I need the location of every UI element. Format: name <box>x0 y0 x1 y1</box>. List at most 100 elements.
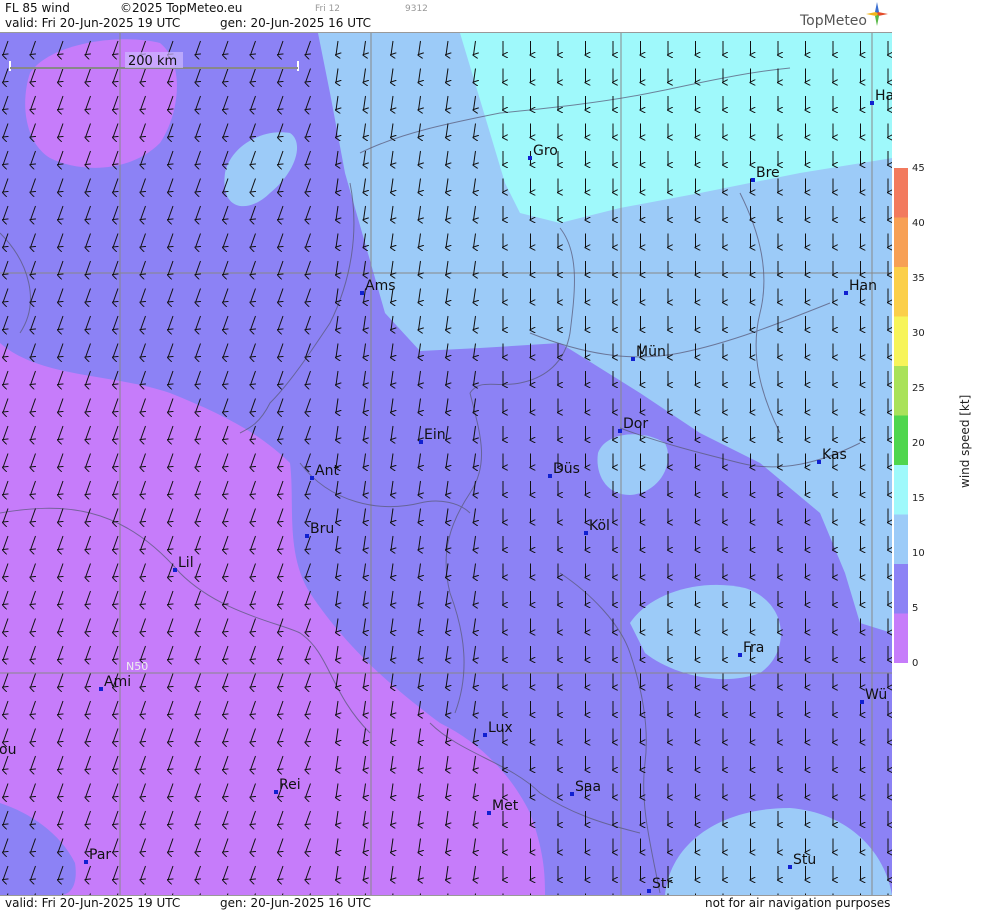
colorbar <box>894 168 908 663</box>
city-dot <box>360 291 364 295</box>
city-dot <box>173 568 177 572</box>
city-marker: Düs <box>548 461 580 478</box>
city-dot <box>310 476 314 480</box>
city-dot <box>528 156 532 160</box>
city-dot <box>844 291 848 295</box>
city-dot <box>618 429 622 433</box>
colorbar-segment <box>894 564 908 614</box>
city-marker: Bru <box>305 521 334 538</box>
city-label: Rei <box>279 777 301 793</box>
city-label: Stu <box>793 852 816 868</box>
colorbar-segment <box>894 415 908 466</box>
footer-generated-label: gen: 20-Jun-2025 16 UTC <box>220 896 372 910</box>
city-label: Bre <box>756 165 780 181</box>
city-marker: Saa <box>570 779 601 796</box>
small-label-1: Fri 12 <box>315 4 341 14</box>
colorbar-tick-label: 45 <box>912 163 925 174</box>
city-dot <box>483 733 487 737</box>
colorbar-tick-label: 10 <box>912 548 925 559</box>
colorbar-tick-label: 0 <box>912 658 919 669</box>
colorbar-segment <box>894 267 908 317</box>
colorbar-segment <box>894 217 908 268</box>
city-label: Dor <box>623 416 648 432</box>
city-dot <box>548 474 552 478</box>
city-dot <box>631 357 635 361</box>
colorbar-tick-label: 20 <box>912 438 925 449</box>
city-dot <box>305 534 309 538</box>
city-label: Saa <box>575 779 601 795</box>
city-dot <box>751 178 755 182</box>
city-dot <box>419 440 423 444</box>
wind-map: 200 km N50 Gro Bre Ha Ams Han Mün Dor Ein Kas Düs… <box>0 33 892 895</box>
colorbar-unit-label: wind speed [kt] <box>958 394 972 488</box>
colorbar-tick-label: 30 <box>912 328 925 339</box>
colorbar-segment <box>894 168 908 218</box>
brand-label: TopMeteo <box>800 13 867 29</box>
city-label: Gro <box>533 143 558 159</box>
scale-bar-label: 200 km <box>128 54 177 69</box>
city-dot <box>274 790 278 794</box>
city-marker: Mün <box>631 344 666 361</box>
city-marker: Ams <box>360 278 396 295</box>
city-marker: Bre <box>751 165 780 182</box>
city-dot <box>817 460 821 464</box>
compass-logo-icon <box>866 2 888 26</box>
city-dot <box>99 687 103 691</box>
city-label: Mün <box>636 344 666 360</box>
city-label: Ein <box>424 427 446 443</box>
colorbar-segment <box>894 465 908 515</box>
city-dot <box>84 860 88 864</box>
city-marker: Wü <box>860 687 887 704</box>
city-marker: Ami <box>99 674 131 691</box>
city-label: Köl <box>589 518 610 534</box>
city-label: Fra <box>743 640 764 656</box>
city-marker: Dor <box>618 416 648 433</box>
city-dot <box>584 531 588 535</box>
city-label: Ami <box>104 674 131 690</box>
city-label: Lux <box>488 720 513 736</box>
city-marker: Gro <box>528 143 558 160</box>
colorbar-tick-label: 25 <box>912 383 925 394</box>
city-label: Ams <box>365 278 396 294</box>
city-dot <box>860 700 864 704</box>
footer-valid-label: valid: Fri 20-Jun-2025 19 UTC <box>5 896 181 910</box>
city-dot <box>788 865 792 869</box>
city-label: Wü <box>865 687 887 703</box>
colorbar-segment <box>894 316 908 367</box>
city-label: Par <box>89 847 111 863</box>
city-marker: Met <box>487 798 519 815</box>
city-label: Düs <box>553 461 580 477</box>
city-label: Han <box>849 278 877 294</box>
city-dot <box>870 101 874 105</box>
small-label-2: 9312 <box>405 4 428 14</box>
city-label: Ant <box>315 463 339 479</box>
disclaimer-label: not for air navigation purposes <box>705 896 891 910</box>
header-bar: FL 85 wind ©2025 TopMeteo.eu Fri 12 9312… <box>0 0 892 33</box>
city-label: Str <box>652 876 672 892</box>
colorbar-segment <box>894 514 908 565</box>
valid-time-label: valid: Fri 20-Jun-2025 19 UTC <box>5 16 181 30</box>
colorbar-tick-label: 40 <box>912 218 925 229</box>
city-label: Kas <box>822 447 847 463</box>
city-dot <box>487 811 491 815</box>
city-label: Bru <box>310 521 334 537</box>
city-marker: Han <box>844 278 877 295</box>
colorbar-tick-label: 5 <box>912 603 919 614</box>
city-marker: Ant <box>310 463 339 480</box>
generated-time-label: gen: 20-Jun-2025 16 UTC <box>220 16 372 30</box>
colorbar-segment <box>894 613 908 663</box>
colorbar-segment <box>894 366 908 416</box>
city-label: Ha <box>875 88 892 104</box>
product-label: FL 85 wind <box>5 1 70 15</box>
copyright-label: ©2025 TopMeteo.eu <box>120 1 243 15</box>
city-marker: Lux <box>483 720 513 737</box>
colorbar-tick-label: 15 <box>912 493 925 504</box>
city-marker: Stu <box>788 852 816 869</box>
city-dot <box>738 653 742 657</box>
city-dot <box>647 889 651 893</box>
footer-bar: valid: Fri 20-Jun-2025 19 UTC gen: 20-Ju… <box>0 895 892 910</box>
city-marker: Par <box>84 847 111 864</box>
city-marker: ou <box>0 742 16 758</box>
graticule-label: N50 <box>126 660 148 673</box>
city-label: Met <box>492 798 519 814</box>
